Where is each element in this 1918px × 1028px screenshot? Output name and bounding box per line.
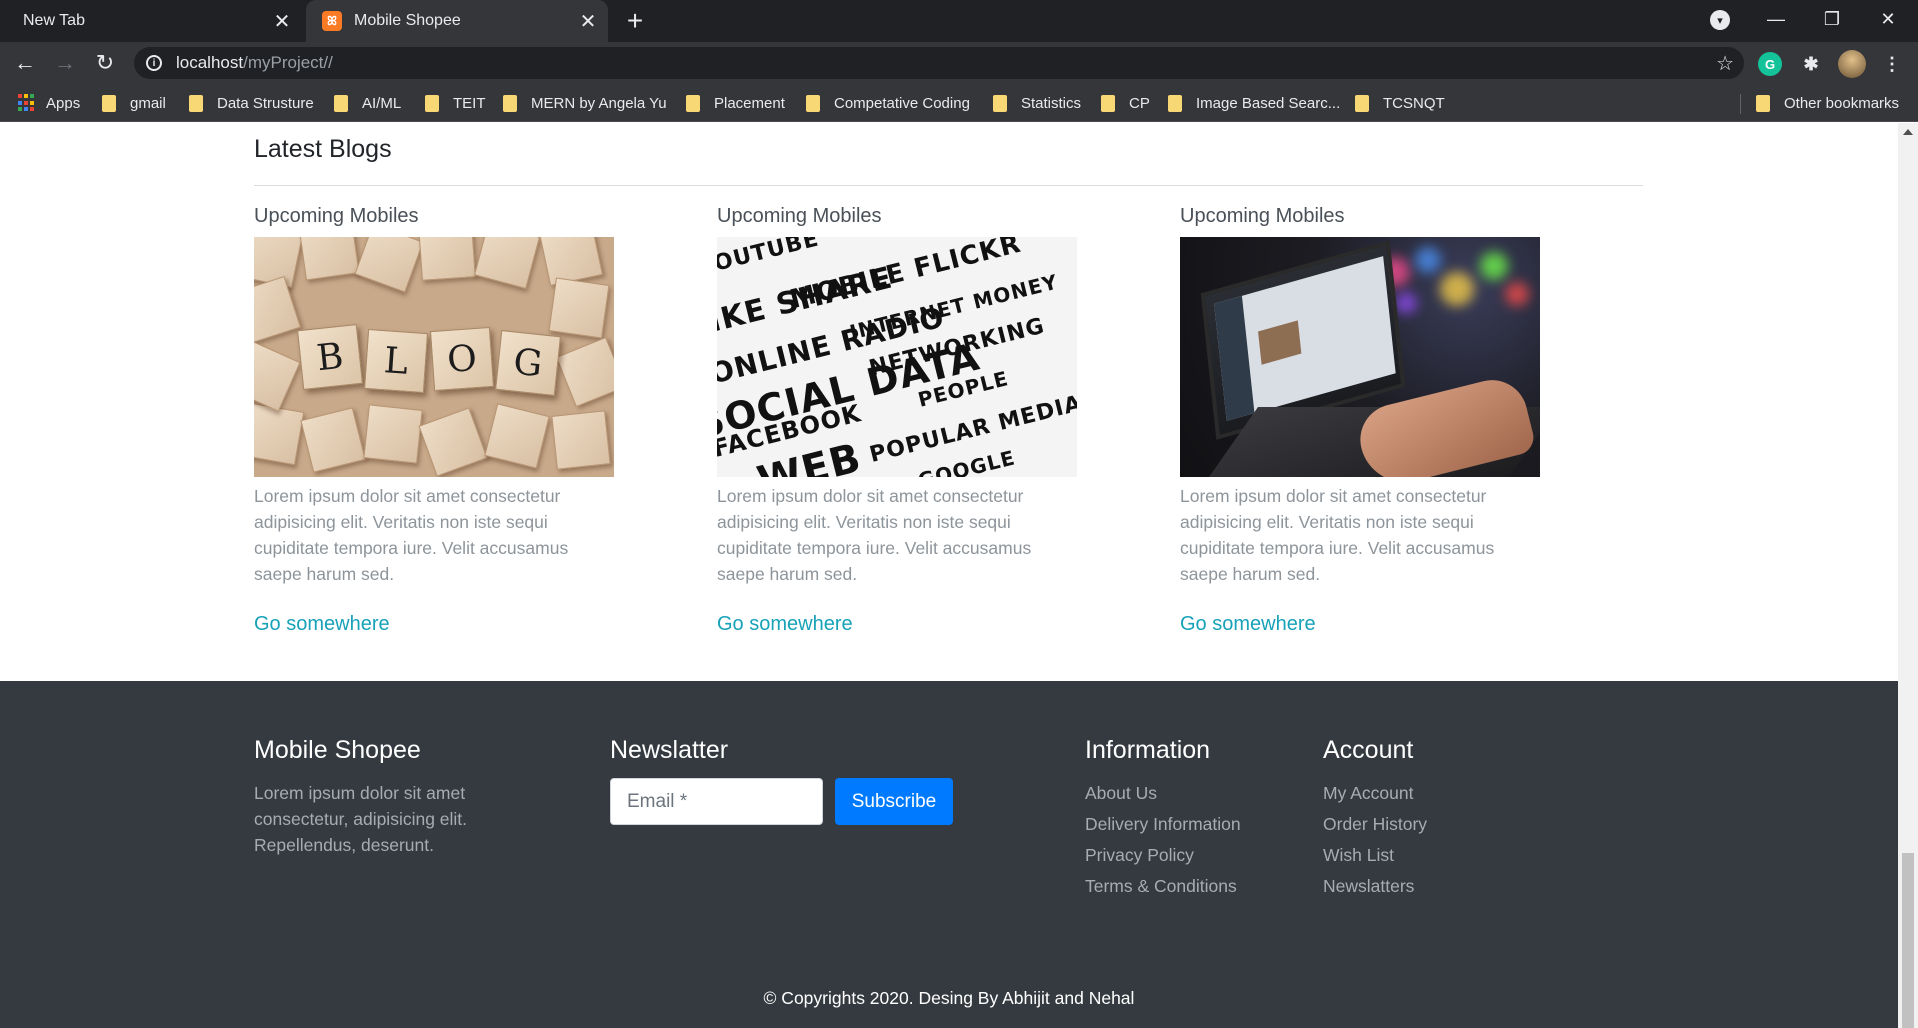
close-icon[interactable]: ✕ — [268, 7, 296, 35]
site-footer: Mobile Shopee Lorem ipsum dolor sit amet… — [0, 681, 1898, 1028]
profile-avatar[interactable] — [1838, 50, 1866, 78]
address-bar[interactable]: i localhost/myProject// ☆ — [134, 47, 1744, 79]
scroll-thumb[interactable] — [1902, 853, 1914, 1028]
back-arrow-icon[interactable]: ← — [10, 48, 40, 78]
footer-link-terms-conditions[interactable]: Terms & Conditions — [1085, 873, 1241, 904]
folder-icon — [1756, 94, 1770, 112]
bookmark-folder[interactable]: Image Based Searc... — [1168, 93, 1340, 113]
footer-brand-text: Lorem ipsum dolor sit amet consectetur, … — [254, 783, 468, 855]
menu-dots-icon[interactable]: ⋮ — [1880, 52, 1904, 76]
blog-card-text: Lorem ipsum dolor sit amet consectetur a… — [1180, 486, 1495, 584]
bookmark-folder[interactable]: TEIT — [425, 93, 486, 113]
account-links: My Account Order History Wish List Newsl… — [1323, 780, 1427, 904]
extensions-puzzle-icon[interactable]: ✱ — [1799, 52, 1823, 76]
blog-card-title: Upcoming Mobiles — [254, 205, 419, 227]
bookmark-folder[interactable]: TCSNQT — [1355, 93, 1445, 113]
bookmark-folder[interactable]: Placement — [686, 93, 785, 113]
footer-link-my-account[interactable]: My Account — [1323, 780, 1427, 811]
close-icon[interactable]: ✕ — [574, 7, 602, 35]
blog-card: Upcoming Mobiles YOUTUBE MOBILE FLICKR L… — [717, 201, 1097, 636]
go-somewhere-link[interactable]: Go somewhere — [1180, 613, 1560, 636]
scrabble-tile: G — [495, 330, 561, 396]
bookmark-folder[interactable]: MERN by Angela Yu — [503, 93, 667, 113]
web-page: Latest Blogs Upcoming Mobiles B L O G Lo… — [0, 123, 1898, 1028]
footer-link-wish-list[interactable]: Wish List — [1323, 842, 1427, 873]
blog-card-title: Upcoming Mobiles — [1180, 205, 1345, 227]
bookmark-apps[interactable]: Apps — [18, 93, 80, 113]
footer-link-newslatters[interactable]: Newslatters — [1323, 873, 1427, 904]
bookmark-folder[interactable]: Data Strusture — [189, 93, 314, 113]
bookmark-star-icon[interactable]: ☆ — [1716, 51, 1734, 76]
scrabble-tile: L — [363, 328, 429, 394]
word-cloud-text: YOUTUBE — [717, 237, 822, 281]
site-info-icon[interactable]: i — [146, 55, 162, 71]
bookmark-folder[interactable]: gmail — [102, 93, 166, 113]
bookmark-folder[interactable]: AI/ML — [334, 93, 401, 113]
scroll-up-arrow-icon[interactable] — [1903, 129, 1913, 135]
bookmark-folder[interactable]: CP — [1101, 93, 1150, 113]
social-words-image: YOUTUBE MOBILE FLICKR LIKE SHARE INTERNE… — [717, 237, 1077, 477]
bookmark-divider — [1740, 94, 1741, 114]
account-heading: Account — [1323, 736, 1414, 764]
folder-icon — [806, 94, 820, 112]
grammarly-extension-icon[interactable]: G — [1758, 52, 1782, 76]
browser-toolbar: ← → ↻ i localhost/myProject// ☆ G ✱ ⋮ — [0, 42, 1918, 84]
window-close-icon[interactable]: ✕ — [1860, 0, 1916, 38]
folder-icon — [334, 94, 348, 112]
reload-icon[interactable]: ↻ — [90, 48, 120, 78]
folder-icon — [1101, 94, 1115, 112]
information-heading: Information — [1085, 736, 1211, 764]
divider — [254, 185, 1643, 186]
forward-arrow-icon[interactable]: → — [50, 48, 80, 78]
laptop-typing-image — [1180, 237, 1540, 477]
go-somewhere-link[interactable]: Go somewhere — [717, 613, 1097, 636]
new-tab-plus-icon[interactable]: + — [620, 6, 650, 36]
blog-card: Upcoming Mobiles Lorem ipsum dolor sit a… — [1180, 201, 1560, 636]
footer-brand-heading: Mobile Shopee — [254, 736, 421, 764]
newsletter-heading: Newslatter — [610, 736, 729, 764]
footer-link-order-history[interactable]: Order History — [1323, 811, 1427, 842]
folder-icon — [503, 94, 517, 112]
folder-icon — [1168, 94, 1182, 112]
folder-icon — [102, 94, 116, 112]
blog-scrabble-image: B L O G — [254, 237, 614, 477]
tab-search-chevron-icon[interactable]: ▾ — [1710, 10, 1730, 30]
blog-card: Upcoming Mobiles B L O G Lorem ipsum dol… — [254, 201, 634, 636]
tab-mobile-shopee[interactable]: ꕤ Mobile Shopee ✕ — [306, 0, 608, 42]
xampp-favicon-icon: ꕤ — [322, 11, 342, 31]
blog-card-text: Lorem ipsum dolor sit amet consectetur a… — [254, 486, 569, 584]
tab-title: Mobile Shopee — [354, 12, 461, 29]
bookmark-folder[interactable]: Statistics — [993, 93, 1081, 113]
tab-new-tab[interactable]: New Tab ✕ — [0, 0, 302, 42]
blog-card-text: Lorem ipsum dolor sit amet consectetur a… — [717, 486, 1032, 584]
tab-title: New Tab — [23, 12, 85, 29]
blog-card-title: Upcoming Mobiles — [717, 205, 882, 227]
folder-icon — [686, 94, 700, 112]
bookmark-folder[interactable]: Competative Coding — [806, 93, 970, 113]
folder-icon — [1355, 94, 1369, 112]
restore-icon[interactable]: ❐ — [1804, 0, 1860, 38]
footer-link-delivery-information[interactable]: Delivery Information — [1085, 811, 1241, 842]
folder-icon — [189, 94, 203, 112]
minimize-icon[interactable]: — — [1748, 0, 1804, 38]
footer-link-about-us[interactable]: About Us — [1085, 780, 1241, 811]
folder-icon — [993, 94, 1007, 112]
latest-blogs-heading: Latest Blogs — [254, 135, 392, 163]
apps-grid-icon — [18, 94, 36, 112]
bookmark-other-bookmarks[interactable]: Other bookmarks — [1756, 93, 1899, 113]
scrabble-tile: O — [429, 326, 495, 392]
bookmarks-bar: Apps gmail Data Strusture AI/ML TEIT MER… — [0, 84, 1918, 122]
scrabble-tile: B — [297, 324, 363, 390]
email-input[interactable] — [610, 778, 823, 825]
page-scrollbar[interactable] — [1898, 123, 1918, 1028]
go-somewhere-link[interactable]: Go somewhere — [254, 613, 634, 636]
footer-link-privacy-policy[interactable]: Privacy Policy — [1085, 842, 1241, 873]
information-links: About Us Delivery Information Privacy Po… — [1085, 780, 1241, 904]
url-text: localhost/myProject// — [176, 53, 333, 72]
folder-icon — [425, 94, 439, 112]
subscribe-button[interactable]: Subscribe — [835, 778, 953, 825]
browser-tab-strip: New Tab ✕ ꕤ Mobile Shopee ✕ + ▾ — ❐ ✕ — [0, 0, 1918, 42]
copyright-text: © Copyrights 2020. Desing By Abhijit and… — [763, 988, 1135, 1008]
